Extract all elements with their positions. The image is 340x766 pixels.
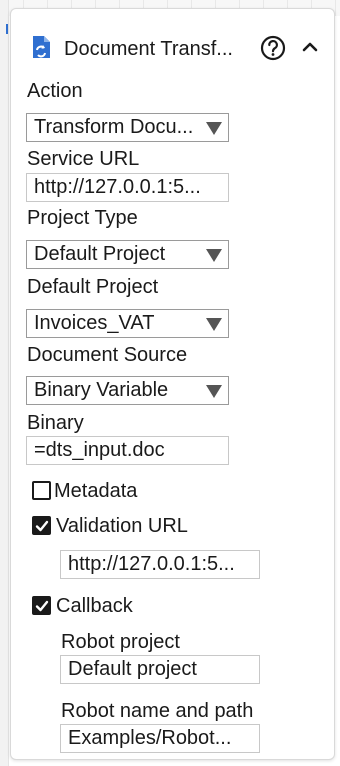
action-select[interactable]: Transform Docu...: [26, 113, 229, 142]
robot-name-input[interactable]: Examples/Robot...: [60, 724, 260, 753]
document-source-label: Document Source: [27, 344, 188, 366]
service-url-input[interactable]: http://127.0.0.1:5...: [26, 173, 229, 202]
document-source-select[interactable]: Binary Variable: [26, 376, 229, 405]
properties-panel: Document Transf... Action Transform Docu…: [10, 8, 335, 760]
chevron-up-icon[interactable]: [300, 37, 320, 57]
metadata-label: Metadata: [54, 480, 138, 502]
robot-project-label: Robot project: [61, 631, 180, 653]
service-url-label: Service URL: [27, 148, 140, 170]
callback-label: Callback: [56, 595, 133, 617]
default-project-value: Invoices_VAT: [34, 312, 155, 334]
panel-title: Document Transf...: [64, 38, 233, 60]
project-type-select[interactable]: Default Project: [26, 240, 229, 269]
project-type-value: Default Project: [34, 243, 166, 265]
validation-url-value: http://127.0.0.1:5...: [68, 553, 235, 575]
robot-name-value: Examples/Robot...: [68, 727, 232, 749]
metadata-checkbox[interactable]: [32, 481, 51, 500]
checkmark-icon: [35, 600, 49, 612]
chevron-down-icon: [206, 318, 222, 331]
validation-url-input[interactable]: http://127.0.0.1:5...: [60, 550, 260, 579]
robot-project-input[interactable]: Default project: [60, 655, 260, 684]
default-project-select[interactable]: Invoices_VAT: [26, 309, 229, 338]
callback-checkbox[interactable]: [32, 596, 51, 615]
action-label: Action: [27, 80, 83, 102]
binary-input[interactable]: =dts_input.doc: [26, 436, 229, 465]
checkmark-icon: [35, 520, 49, 532]
service-url-value: http://127.0.0.1:5...: [34, 176, 201, 198]
robot-project-value: Default project: [68, 658, 197, 680]
binary-value: =dts_input.doc: [34, 439, 165, 461]
document-source-value: Binary Variable: [34, 379, 169, 401]
robot-name-label: Robot name and path: [61, 700, 254, 722]
rail-marker: [6, 24, 8, 34]
chevron-down-icon: [206, 249, 222, 262]
action-select-value: Transform Docu...: [34, 116, 194, 138]
chevron-down-icon: [206, 122, 222, 135]
help-icon[interactable]: [260, 35, 286, 61]
left-rail: [0, 0, 9, 766]
default-project-label: Default Project: [27, 276, 159, 298]
validation-url-label: Validation URL: [56, 515, 188, 537]
validation-url-checkbox[interactable]: [32, 516, 51, 535]
panel-header: Document Transf...: [11, 9, 334, 83]
project-type-label: Project Type: [27, 207, 138, 229]
binary-label: Binary: [27, 412, 84, 434]
document-transform-icon: [31, 35, 51, 59]
chevron-down-icon: [206, 385, 222, 398]
